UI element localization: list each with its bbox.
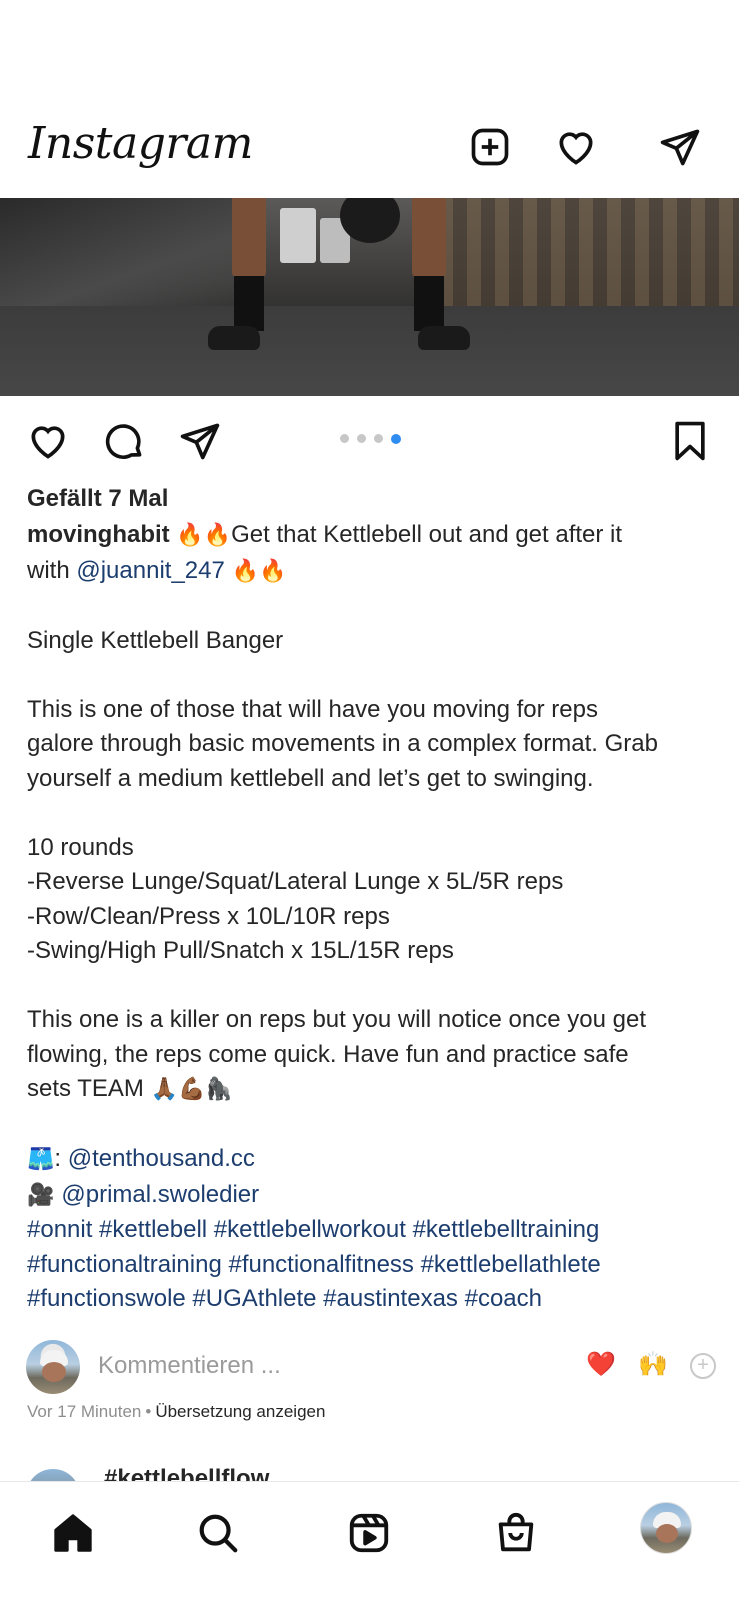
- likes-count[interactable]: Gefällt 7 Mal: [27, 484, 717, 518]
- caption-text: yourself a medium kettlebell and let’s g…: [27, 764, 594, 792]
- share-icon: [180, 423, 220, 460]
- add-reaction-button[interactable]: +: [690, 1353, 716, 1379]
- camera-emoji: 🎥: [27, 1182, 62, 1208]
- heart-reaction-button[interactable]: ❤️: [586, 1350, 616, 1378]
- mention-link[interactable]: @primal.swoledier: [61, 1181, 259, 1208]
- top-app-bar: Instagram: [0, 108, 739, 198]
- home-icon: [54, 1514, 92, 1552]
- fire-emoji: 🔥🔥: [224, 558, 287, 584]
- activity-button[interactable]: [551, 122, 601, 172]
- caption-username[interactable]: movinghabit: [27, 521, 170, 548]
- bottom-navigation: [0, 1481, 739, 1600]
- shorts-emoji: 🩳: [27, 1147, 55, 1172]
- hashtag-line[interactable]: #onnit #kettlebell #kettlebellworkout #k…: [27, 1213, 717, 1248]
- caption-text: :: [54, 1145, 68, 1172]
- caption-text: with: [27, 556, 77, 584]
- caption-text: flowing, the reps come quick. Have fun a…: [27, 1040, 629, 1068]
- caption-line: with @juannit_247 🔥🔥: [27, 554, 717, 590]
- avatar[interactable]: [26, 1340, 80, 1394]
- like-icon: [31, 426, 65, 459]
- nav-search[interactable]: [191, 1506, 245, 1560]
- new-post-icon: [471, 128, 509, 166]
- nav-reels[interactable]: [342, 1506, 396, 1560]
- caption-rounds: 10 rounds: [27, 833, 134, 861]
- credit-line: 🩳: @tenthousand.cc: [27, 1142, 717, 1178]
- nav-profile-avatar[interactable]: [640, 1502, 692, 1554]
- caption-text: sets TEAM: [27, 1075, 151, 1102]
- share-button[interactable]: [175, 416, 225, 466]
- status-bar-area: [0, 0, 739, 108]
- caption-text: galore through basic movements in a comp…: [27, 730, 658, 757]
- next-post-title[interactable]: #kettlebellflow: [104, 1465, 269, 1481]
- mention-link[interactable]: @juannit_247: [76, 557, 224, 584]
- direct-messages-button[interactable]: [655, 122, 705, 172]
- avatar[interactable]: [26, 1469, 80, 1481]
- caption-text: This is one of those that will have you …: [27, 695, 598, 723]
- meta-separator: •: [145, 1402, 152, 1421]
- carousel-dot: [357, 434, 366, 443]
- caption-line: movinghabit 🔥🔥Get that Kettlebell out an…: [27, 518, 717, 554]
- reels-icon: [349, 1513, 389, 1553]
- mention-link[interactable]: @tenthousand.cc: [68, 1145, 255, 1172]
- exercise-line: -Swing/High Pull/Snatch x 15L/15R reps: [27, 937, 454, 964]
- shop-icon: [498, 1512, 534, 1552]
- hashtag-line[interactable]: #functionswole #UGAthlete #austintexas #…: [27, 1282, 717, 1317]
- caption-line: sets TEAM 🙏🏾💪🏾🦍: [27, 1072, 717, 1108]
- carousel-dot-active: [391, 433, 401, 444]
- save-button[interactable]: [665, 416, 715, 466]
- caption-text: Get that Kettlebell out and get after it: [231, 521, 623, 548]
- post-timestamp: Vor 17 Minuten: [27, 1402, 142, 1421]
- caption-title: Single Kettlebell Banger: [27, 626, 284, 654]
- nav-home[interactable]: [46, 1506, 100, 1560]
- post-media[interactable]: [0, 198, 739, 396]
- search-icon: [199, 1514, 238, 1553]
- carousel-dot: [340, 434, 349, 443]
- translate-link[interactable]: Übersetzung anzeigen: [155, 1402, 325, 1421]
- fire-emoji: 🔥🔥: [176, 523, 232, 548]
- like-button[interactable]: [23, 416, 73, 466]
- caption-text: This one is a killer on reps but you wil…: [27, 1006, 646, 1033]
- nav-shop[interactable]: [489, 1506, 543, 1560]
- heart-icon: [559, 132, 593, 165]
- comment-icon: [105, 424, 142, 459]
- new-post-button[interactable]: [465, 122, 515, 172]
- carousel-indicator: [340, 433, 401, 444]
- comment-input[interactable]: Kommentieren ...: [98, 1352, 281, 1380]
- save-icon: [675, 421, 705, 461]
- comment-composer: Kommentieren ... ❤️ 🙌 +: [26, 1340, 716, 1394]
- exercise-line: -Reverse Lunge/Squat/Lateral Lunge x 5L/…: [27, 868, 564, 895]
- post-details: Gefällt 7 Mal movinghabit 🔥🔥Get that Ket…: [27, 484, 717, 1317]
- team-emoji: 🙏🏾💪🏾🦍: [150, 1077, 233, 1102]
- instagram-logo: Instagram: [28, 118, 253, 169]
- comment-button[interactable]: [99, 416, 149, 466]
- carousel-dot: [374, 434, 383, 443]
- next-post-header: #kettlebellflow: [0, 1455, 739, 1481]
- hashtag-line[interactable]: #functionaltraining #functionalfitness #…: [27, 1248, 717, 1283]
- post-action-bar: [0, 396, 739, 484]
- exercise-line: -Row/Clean/Press x 10L/10R reps: [27, 902, 390, 930]
- credit-line: 🎥 @primal.swoledier: [27, 1178, 717, 1214]
- direct-message-icon: [660, 129, 700, 166]
- post-meta: Vor 17 Minuten • Übersetzung anzeigen: [27, 1402, 325, 1422]
- raised-hands-reaction-button[interactable]: 🙌: [638, 1350, 668, 1378]
